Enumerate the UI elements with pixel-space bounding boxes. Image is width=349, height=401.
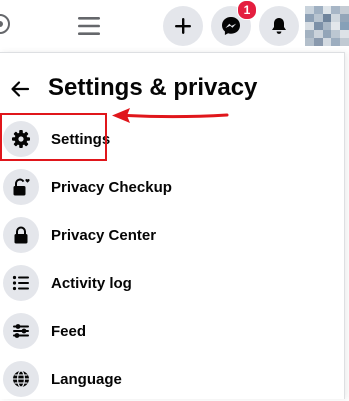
menu-item-label: Feed [51,322,87,340]
globe-icon [3,361,39,397]
plus-icon [175,18,191,34]
red-arrow-pointer [112,108,229,123]
messenger-button[interactable]: 1 [211,0,257,46]
menu-item-activity-log[interactable]: Activity log [0,261,330,305]
menu-item-label: Privacy Checkup [51,178,172,196]
menu-item-privacy-checkup[interactable]: Privacy Checkup [0,165,330,209]
avatar[interactable] [305,6,349,46]
menu-item-feed[interactable]: Feed [0,309,330,353]
list-icon [3,265,39,301]
back-button[interactable] [6,75,34,103]
page-title: Settings & privacy [48,74,258,101]
lock-icon [3,217,39,253]
messenger-icon [222,17,240,35]
create-button[interactable] [163,6,203,46]
sliders-icon [3,313,39,349]
notification-badge: 1 [237,0,257,20]
menu-item-language[interactable]: Language [0,357,330,401]
left-arrow-icon [11,81,30,97]
bell-icon [272,18,286,34]
menu-item-label: Language [51,370,122,388]
settings-highlight-box [0,113,107,161]
notifications-button[interactable] [259,6,299,46]
edge-circle-icon[interactable] [0,12,12,36]
menu-item-privacy-center[interactable]: Privacy Center [0,213,330,257]
top-navigation-bar: 1 [0,0,349,52]
menu-item-label: Activity log [51,274,132,292]
lock-heart-icon [3,169,39,205]
menu-item-label: Privacy Center [51,226,157,244]
hamburger-menu-icon[interactable] [77,14,101,38]
